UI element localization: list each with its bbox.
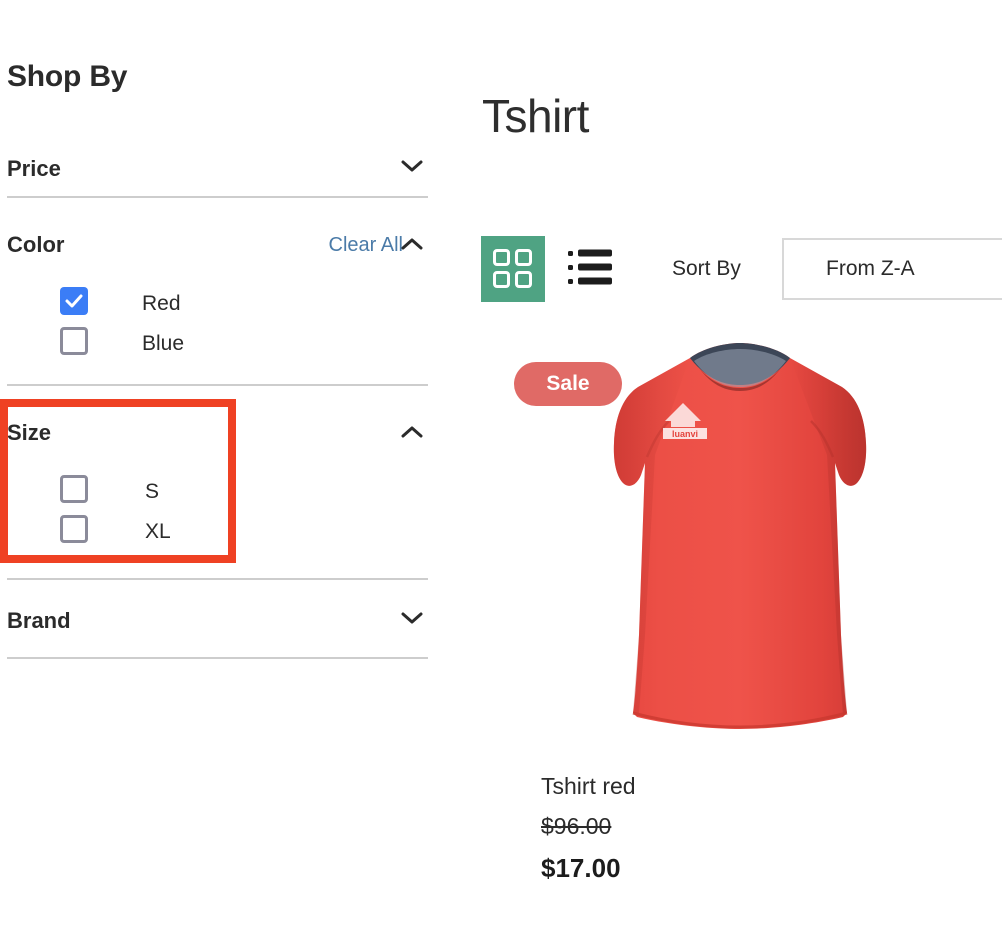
filter-title-brand[interactable]: Brand (7, 610, 71, 632)
checkbox-size-s[interactable] (60, 475, 88, 503)
sort-by-label: Sort By (672, 257, 741, 280)
page-title: Tshirt (482, 89, 589, 142)
chevron-down-icon[interactable] (399, 610, 425, 626)
list-view-icon (567, 246, 613, 290)
grid-view-icon (493, 249, 533, 289)
checkbox-red[interactable] (60, 287, 88, 315)
main-content: Tshirt Sort By From Z-A Sale luanvi Tshi… (450, 0, 1002, 946)
sort-by-select[interactable]: From Z-A (782, 238, 1002, 300)
sale-badge: Sale (514, 362, 622, 406)
divider-price (7, 196, 428, 198)
list-view-toggle[interactable] (567, 246, 613, 290)
clear-all-link[interactable]: Clear All (329, 235, 403, 255)
divider-color (7, 384, 428, 386)
filter-title-color[interactable]: Color (7, 234, 64, 256)
svg-text:luanvi: luanvi (672, 429, 698, 439)
filter-option-label: S (145, 480, 160, 503)
chevron-up-icon[interactable] (399, 236, 425, 252)
product-listing-page: Shop By Price Color Clear All Red Blue S… (0, 0, 1002, 946)
product-old-price: $96.00 (541, 813, 612, 839)
product-price: $17.00 (541, 853, 621, 883)
divider-size (7, 578, 428, 580)
divider-brand (7, 657, 428, 659)
sidebar-heading: Shop By (7, 60, 128, 93)
filter-title-size[interactable]: Size (7, 422, 51, 444)
checkbox-blue[interactable] (60, 327, 88, 355)
filter-option-label: Red (142, 292, 181, 315)
shop-by-sidebar: Shop By Price Color Clear All Red Blue S… (0, 0, 450, 946)
filter-title-price[interactable]: Price (7, 158, 61, 180)
chevron-down-icon[interactable] (399, 158, 425, 174)
checkbox-size-xl[interactable] (60, 515, 88, 543)
grid-view-toggle[interactable] (481, 236, 545, 302)
chevron-up-icon[interactable] (399, 424, 425, 440)
sort-by-value: From Z-A (826, 257, 915, 280)
filter-option-label: XL (145, 520, 171, 543)
product-image[interactable]: luanvi (595, 335, 885, 735)
filter-option-label: Blue (142, 332, 185, 355)
product-name[interactable]: Tshirt red (541, 775, 636, 798)
